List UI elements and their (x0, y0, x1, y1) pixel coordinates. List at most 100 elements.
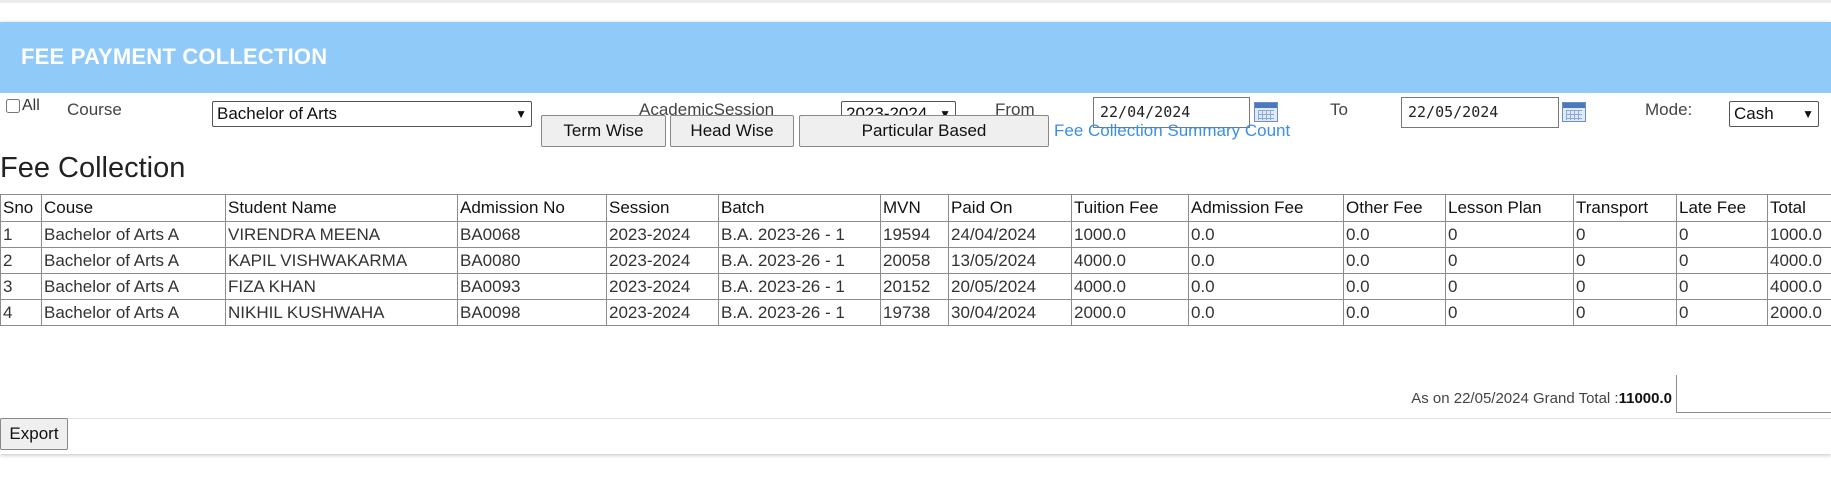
table-cell: 4000.0 (1071, 273, 1189, 300)
column-header: Sno (0, 194, 42, 222)
column-header: MVN (880, 194, 949, 222)
column-header: Total (1767, 194, 1831, 222)
grand-total-summary: As on 22/05/2024 Grand Total :11000.0 (1411, 390, 1672, 407)
table-cell: 0 (1676, 247, 1768, 274)
table-cell: 30/04/2024 (948, 299, 1072, 326)
table-row: 1 Bachelor of Arts A VIRENDRA MEENA BA0068 2… (0, 221, 1831, 248)
mode-select[interactable]: Cash ▼ (1729, 101, 1819, 127)
table-cell: 1 (0, 221, 42, 248)
table-cell: 0.0 (1343, 273, 1446, 300)
table-cell: 20152 (880, 273, 949, 300)
table-cell: 2023-2024 (606, 221, 719, 248)
particular-based-button[interactable]: Particular Based (799, 115, 1049, 147)
table-cell: BA0093 (457, 273, 607, 300)
column-header: Late Fee (1676, 194, 1768, 222)
table-cell: 24/04/2024 (948, 221, 1072, 248)
fee-collection-panel: FEE PAYMENT COLLECTION All Course Bachel… (0, 22, 1831, 454)
table-cell: 1000.0 (1071, 221, 1189, 248)
table-cell: 0 (1573, 221, 1677, 248)
table-cell: 3 (0, 273, 42, 300)
table-cell: 19594 (880, 221, 949, 248)
all-checkbox[interactable] (6, 99, 20, 113)
table-cell: 0.0 (1343, 247, 1446, 274)
table-cell: BA0098 (457, 299, 607, 326)
table-header-row: Sno Couse Student Name Admission No Session B… (0, 194, 1831, 222)
table-cell: 4000.0 (1071, 247, 1189, 274)
table-cell: 0.0 (1188, 221, 1344, 248)
table-cell: 2000.0 (1071, 299, 1189, 326)
all-checkbox-label: All (22, 97, 40, 114)
table-cell: 0 (1676, 221, 1768, 248)
all-checkbox-wrap[interactable]: All (6, 97, 40, 115)
table-cell: 2023-2024 (606, 247, 719, 274)
table-cell: 0 (1445, 247, 1574, 274)
head-wise-button[interactable]: Head Wise (670, 115, 794, 147)
mode-label: Mode: (1645, 100, 1693, 119)
column-header: Tuition Fee (1071, 194, 1189, 222)
calendar-icon[interactable] (1254, 102, 1278, 122)
table-cell: 2023-2024 (606, 273, 719, 300)
section-title: Fee Collection (0, 152, 186, 184)
page-header: FEE PAYMENT COLLECTION (0, 22, 1831, 93)
column-header: Student Name (225, 194, 458, 222)
term-wise-button[interactable]: Term Wise (541, 115, 666, 147)
table-cell: 19738 (880, 299, 949, 326)
table-cell: 0 (1445, 221, 1574, 248)
course-select-value: Bachelor of Arts (217, 104, 338, 123)
table-cell: 0 (1676, 299, 1768, 326)
table-cell: Bachelor of Arts A (41, 273, 226, 300)
column-header: Other Fee (1343, 194, 1446, 222)
table-cell: 20058 (880, 247, 949, 274)
column-header: Admission No (457, 194, 607, 222)
fee-collection-table: Sno Couse Student Name Admission No Session B… (0, 194, 1831, 326)
table-cell: 2 (0, 247, 42, 274)
table-cell: 0 (1445, 299, 1574, 326)
course-select[interactable]: Bachelor of Arts ▼ (212, 101, 532, 127)
table-cell: 0.0 (1188, 247, 1344, 274)
table-cell: 4000.0 (1767, 273, 1831, 300)
table-cell: 0 (1676, 273, 1768, 300)
to-date-input[interactable]: 22/05/2024 (1401, 97, 1559, 128)
fee-collection-summary-link[interactable]: Fee Collection Summary Count (1054, 121, 1290, 141)
table-cell: B.A. 2023-26 - 1 (718, 273, 881, 300)
table-cell: FIZA KHAN (225, 273, 458, 300)
grand-total-value: 11000.0 (1618, 390, 1672, 407)
table-cell: 2000.0 (1767, 299, 1831, 326)
column-header: Admission Fee (1188, 194, 1344, 222)
column-header: Session (606, 194, 719, 222)
table-cell: B.A. 2023-26 - 1 (718, 247, 881, 274)
table-cell: 0 (1573, 273, 1677, 300)
table-cell: B.A. 2023-26 - 1 (718, 299, 881, 326)
table-row: 3 Bachelor of Arts A FIZA KHAN BA0093 2023-2… (0, 273, 1831, 300)
mode-select-value: Cash (1734, 104, 1774, 123)
column-header: Paid On (948, 194, 1072, 222)
table-cell: 4000.0 (1767, 247, 1831, 274)
course-label: Course (67, 100, 122, 119)
table-cell: NIKHIL KUSHWAHA (225, 299, 458, 326)
table-cell: VIRENDRA MEENA (225, 221, 458, 248)
table-cell: 13/05/2024 (948, 247, 1072, 274)
chevron-down-icon: ▼ (1802, 107, 1814, 121)
export-button[interactable]: Export (0, 418, 68, 450)
calendar-icon[interactable] (1562, 102, 1586, 122)
table-cell: B.A. 2023-26 - 1 (718, 221, 881, 248)
table-cell: 0 (1573, 247, 1677, 274)
table-row: 2 Bachelor of Arts A KAPIL VISHWAKARMA BA00… (0, 247, 1831, 274)
footer-divider (0, 418, 1831, 419)
page-title: FEE PAYMENT COLLECTION (21, 44, 328, 69)
grand-total-cell (1676, 375, 1831, 413)
chevron-down-icon: ▼ (515, 107, 527, 121)
table-cell: BA0068 (457, 221, 607, 248)
table-cell: 0 (1573, 299, 1677, 326)
column-header: Batch (718, 194, 881, 222)
table-cell: Bachelor of Arts A (41, 221, 226, 248)
table-cell: Bachelor of Arts A (41, 247, 226, 274)
table-cell: 20/05/2024 (948, 273, 1072, 300)
table-cell: 0.0 (1188, 273, 1344, 300)
top-divider (0, 0, 1831, 3)
table-cell: KAPIL VISHWAKARMA (225, 247, 458, 274)
column-header: Lesson Plan (1445, 194, 1574, 222)
table-cell: 0.0 (1343, 221, 1446, 248)
table-cell: BA0080 (457, 247, 607, 274)
table-cell: 0.0 (1343, 299, 1446, 326)
